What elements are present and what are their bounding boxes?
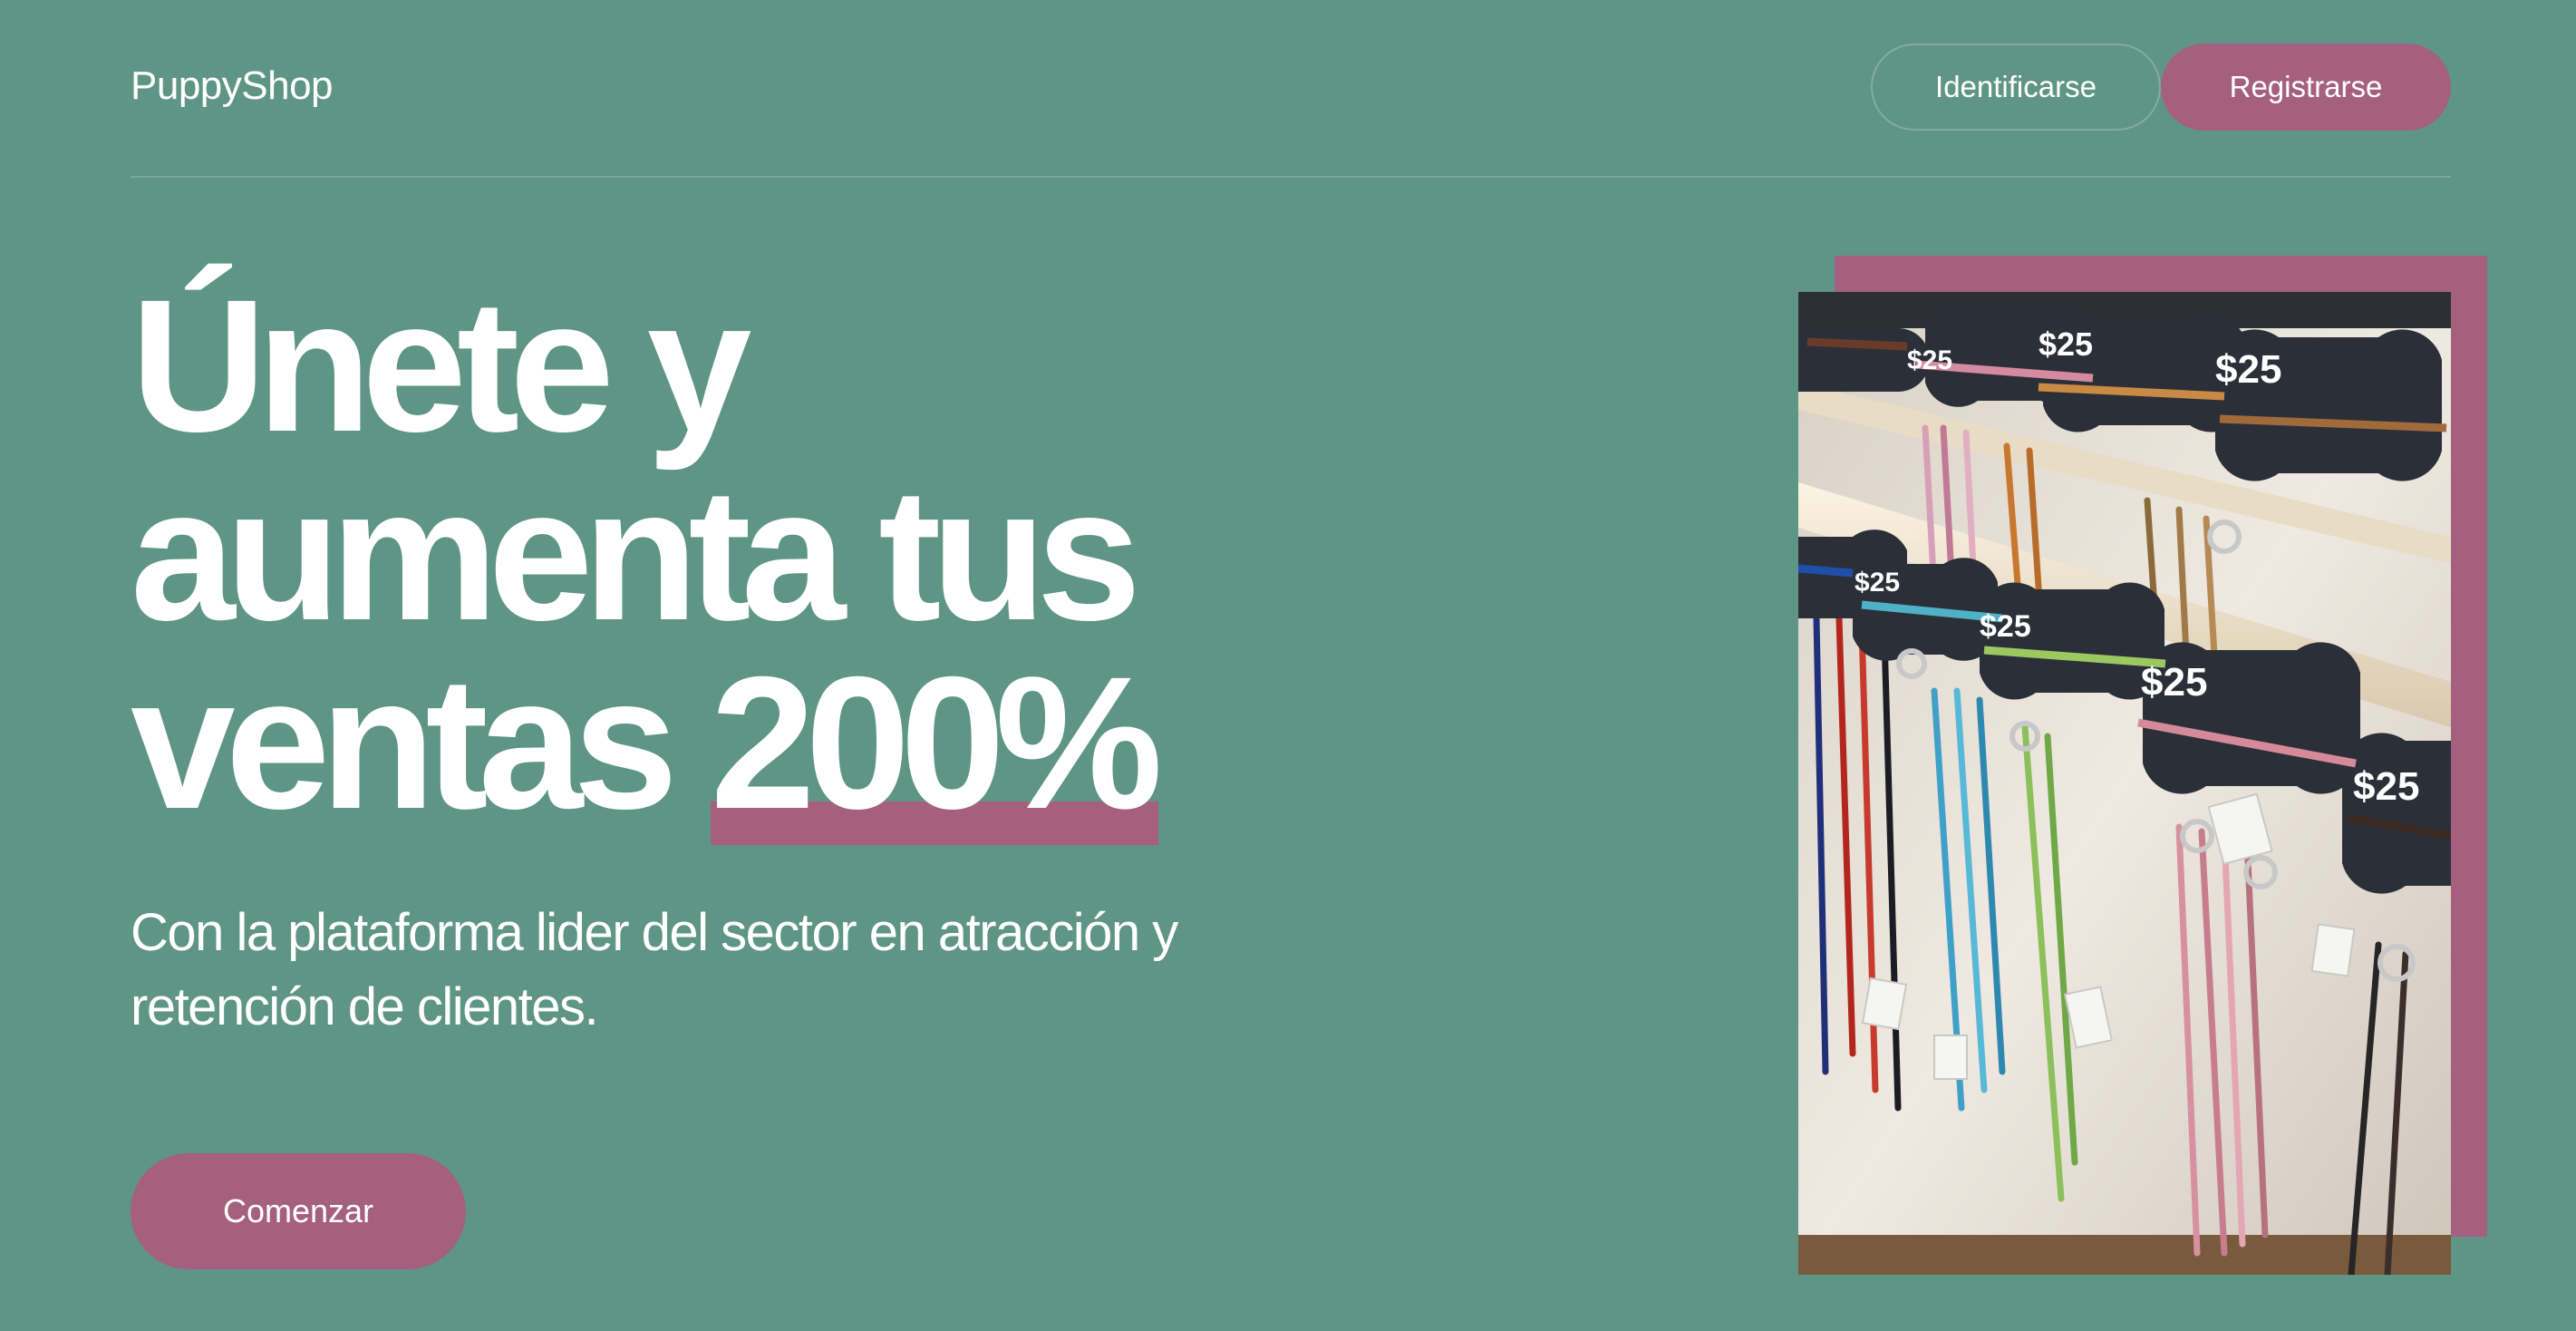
price-tag-6: $25 [2141,660,2207,704]
site-header: PuppyShop Identificarse Registrarse [131,36,2451,178]
hero-title-line-2: aumenta tus [131,450,1141,660]
hero-title-line-3: ventas 200% [131,638,1163,849]
hero-title-highlight: 200% [710,638,1163,849]
price-tag-3: $25 [2215,347,2281,392]
hero-title-line-3-prefix: ventas [131,638,711,849]
hero-title-line-1: Únete y [131,261,751,471]
login-button[interactable]: Identificarse [1871,44,2161,131]
start-button[interactable]: Comenzar [131,1153,466,1269]
hero-subtitle: Con la plataforma lider del sector en at… [131,903,1178,1036]
register-button[interactable]: Registrarse [2161,44,2451,131]
dog-collars-photo: $25 $25 $25 $25 $25 $25 $25 [1798,292,2451,1275]
price-tag-2: $25 [2039,325,2093,363]
hero-title: Únete y aumenta tus ventas 200% [131,261,1163,849]
price-tag-5: $25 [1980,609,2031,644]
price-tag-1: $25 [1907,345,1952,375]
price-tag-4: $25 [1855,568,1900,597]
price-tag-7: $25 [2353,764,2419,809]
logo[interactable]: PuppyShop [131,63,334,109]
